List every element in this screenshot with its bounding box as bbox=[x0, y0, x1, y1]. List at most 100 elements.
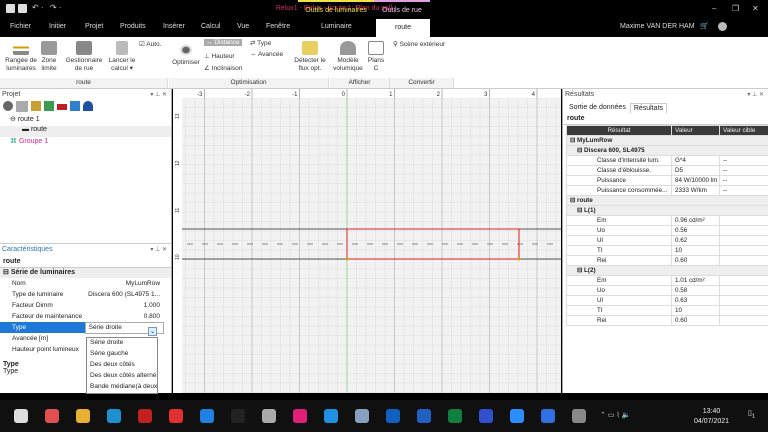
auto-checkbox[interactable]: ☑ Auto. bbox=[139, 40, 161, 48]
distance-button[interactable]: ↔ Distance bbox=[204, 39, 242, 46]
taskbar-app-icon[interactable] bbox=[386, 409, 400, 423]
zone-limite-button[interactable]: Zone limite bbox=[38, 41, 60, 73]
taskbar-app-icon[interactable] bbox=[76, 409, 90, 423]
taskbar-app-icon[interactable] bbox=[510, 409, 524, 423]
tab-produits[interactable]: Produits bbox=[120, 23, 146, 30]
taskbar-app-icon[interactable] bbox=[541, 409, 555, 423]
floor-plan-svg[interactable]: -3 -2 -1 0 1 2 3 413121110 bbox=[173, 89, 561, 393]
taskbar-app-icon[interactable] bbox=[293, 409, 307, 423]
tab-route[interactable]: route bbox=[376, 19, 430, 37]
dropdown-option[interactable]: Série droite bbox=[87, 338, 157, 349]
luminaire-row-icon bbox=[13, 41, 29, 55]
taskbar-app-icon[interactable] bbox=[355, 409, 369, 423]
tab-projet[interactable]: Projet bbox=[85, 23, 103, 30]
panel-controls[interactable]: ▾ ⊥ ✕ bbox=[150, 91, 167, 98]
tab-inserer[interactable]: Insérer bbox=[163, 23, 185, 30]
property-row[interactable]: Type Série droite bbox=[0, 321, 164, 334]
modele-volumique-button[interactable]: Modèle volumique bbox=[330, 41, 366, 73]
result-group[interactable]: ⊟ MyLumRow bbox=[566, 135, 768, 146]
context-tab-road-tools[interactable]: Outils de rue bbox=[374, 0, 430, 18]
tree-item-route[interactable]: ▬ route bbox=[0, 126, 171, 137]
rangee-luminaires-button[interactable]: Rangée de luminaires bbox=[2, 41, 40, 73]
col-valeur-cible[interactable]: Valeur cible bbox=[719, 125, 768, 136]
optimiser-button[interactable]: Optimiser bbox=[170, 43, 202, 67]
restore-button[interactable]: ❐ bbox=[732, 4, 739, 13]
luminaire-icon[interactable] bbox=[31, 101, 41, 111]
taskbar-app-icon[interactable] bbox=[45, 409, 59, 423]
taskbar-app-icon[interactable] bbox=[479, 409, 493, 423]
tab-initier[interactable]: Initier bbox=[49, 23, 66, 30]
tab-resultats[interactable]: Résultats bbox=[629, 103, 668, 113]
surface-icon[interactable] bbox=[57, 104, 67, 110]
canvas-background bbox=[173, 89, 561, 393]
detecter-flux-button[interactable]: Détecter le flux opt. bbox=[292, 41, 328, 73]
taskbar-app-icon[interactable] bbox=[262, 409, 276, 423]
panel-controls[interactable]: ▾ ⊥ ✕ bbox=[150, 246, 167, 253]
inclinaison-button[interactable]: ∠ Inclinaison bbox=[204, 64, 242, 72]
taskbar-app-icon[interactable] bbox=[200, 409, 214, 423]
property-row[interactable]: Facteur de maintenance 0.800 bbox=[0, 311, 163, 322]
notification-icon[interactable]: ▯1 bbox=[748, 409, 755, 419]
col-resultat[interactable]: Résultat bbox=[566, 125, 672, 136]
close-button[interactable]: ✕ bbox=[752, 4, 759, 13]
start-button[interactable] bbox=[14, 409, 28, 423]
result-subgroup[interactable]: ⊟ Discera 600, SL4975 bbox=[566, 145, 768, 156]
dropdown-arrow-icon[interactable]: ⌄ bbox=[148, 327, 157, 336]
floor-plan-canvas[interactable]: -3 -2 -1 0 1 2 3 4 13 12 11 10 bbox=[173, 89, 561, 393]
dropdown-option[interactable]: Bande médiane(à deux bbox=[87, 382, 157, 393]
col-valeur[interactable]: Valeur bbox=[671, 125, 720, 136]
taskbar-app-icon[interactable] bbox=[417, 409, 431, 423]
results-subtab-route[interactable]: route bbox=[563, 113, 768, 125]
taskbar-app-icon[interactable] bbox=[107, 409, 121, 423]
cart-icon[interactable]: 🛒 bbox=[700, 22, 709, 30]
taskbar-app-icon[interactable] bbox=[572, 409, 586, 423]
tray-icons[interactable]: ⌃ ▭ ⌇ 🔈 bbox=[600, 411, 630, 419]
tab-calcul[interactable]: Calcul bbox=[201, 23, 220, 30]
taskbar-app-icon[interactable] bbox=[448, 409, 462, 423]
scene-exterieur-button[interactable]: ⚲ Scène extérieur bbox=[393, 40, 445, 48]
result-cell: 0.62 bbox=[671, 235, 720, 246]
tab-sortie-donnees[interactable]: Sortie de données bbox=[567, 103, 628, 113]
panel-controls[interactable]: ▾ ⊥ ✕ bbox=[747, 91, 764, 98]
plans-c-button[interactable]: Plans C bbox=[366, 41, 386, 73]
help-icon[interactable] bbox=[718, 22, 727, 31]
property-row[interactable]: Facteur Dimm 1.000 bbox=[0, 300, 163, 311]
result-group[interactable]: ⊟ route bbox=[566, 195, 768, 206]
property-row[interactable]: Nom MyLumRow bbox=[0, 278, 163, 289]
tab-route-props[interactable]: route bbox=[0, 258, 171, 268]
minimize-button[interactable]: – bbox=[712, 4, 716, 13]
avancee-button[interactable]: ⇔ Avancée bbox=[250, 51, 283, 58]
tab-luminaire[interactable]: Luminaire bbox=[321, 23, 352, 30]
type-button[interactable]: ⇄ Type bbox=[250, 39, 271, 47]
tree-label: Groupe 1 bbox=[18, 138, 49, 145]
dome-icon[interactable] bbox=[83, 101, 93, 111]
taskbar-app-icon[interactable] bbox=[231, 409, 245, 423]
ruler-y-label: 13 bbox=[175, 113, 181, 119]
property-row[interactable]: Type de luminaire Discera 600 (SL4975 1..… bbox=[0, 289, 163, 300]
result-subgroup[interactable]: ⊟ L(1) bbox=[566, 205, 768, 216]
context-tab-luminaire-tools[interactable]: Outils de luminaires bbox=[298, 0, 374, 18]
gestionnaire-rue-button[interactable]: Gestionnaire de rue bbox=[63, 41, 105, 73]
tree-item-groupe-1[interactable]: ⌘ Groupe 1 bbox=[0, 137, 171, 148]
clock[interactable]: 13:40 04/07/2021 bbox=[694, 407, 729, 427]
lancer-calcul-button[interactable]: Lancer le calcul ▾ bbox=[107, 41, 137, 73]
road-view-icon[interactable] bbox=[16, 101, 28, 112]
hauteur-button[interactable]: ⊥ Hauteur bbox=[204, 52, 235, 60]
dropdown-option[interactable]: Des deux côtés bbox=[87, 360, 157, 371]
plan-view-icon[interactable] bbox=[3, 101, 13, 111]
result-subgroup[interactable]: ⊟ L(2) bbox=[566, 265, 768, 276]
taskbar-app-icon[interactable] bbox=[138, 409, 152, 423]
section-serie-luminaires[interactable]: ⊟ Série de luminaires bbox=[0, 268, 171, 278]
tab-fichier[interactable]: Fichier bbox=[10, 23, 31, 30]
type-dropdown-list[interactable]: Série droite Série gauche Des deux côtés De… bbox=[86, 337, 158, 394]
dropdown-option[interactable]: Des deux côtés alterné bbox=[87, 371, 157, 382]
tab-vue[interactable]: Vue bbox=[237, 23, 249, 30]
taskbar-app-icon[interactable] bbox=[169, 409, 183, 423]
cube-icon[interactable] bbox=[70, 101, 80, 111]
object-icon[interactable] bbox=[44, 101, 54, 111]
user-name[interactable]: Maxime VAN DER HAM bbox=[620, 23, 695, 30]
dropdown-option[interactable]: Série gauche bbox=[87, 349, 157, 360]
taskbar-app-icon[interactable] bbox=[324, 409, 338, 423]
tab-fenetre[interactable]: Fenêtre bbox=[266, 23, 290, 30]
tree-item-route-1[interactable]: ⊖ route 1 bbox=[0, 115, 171, 126]
